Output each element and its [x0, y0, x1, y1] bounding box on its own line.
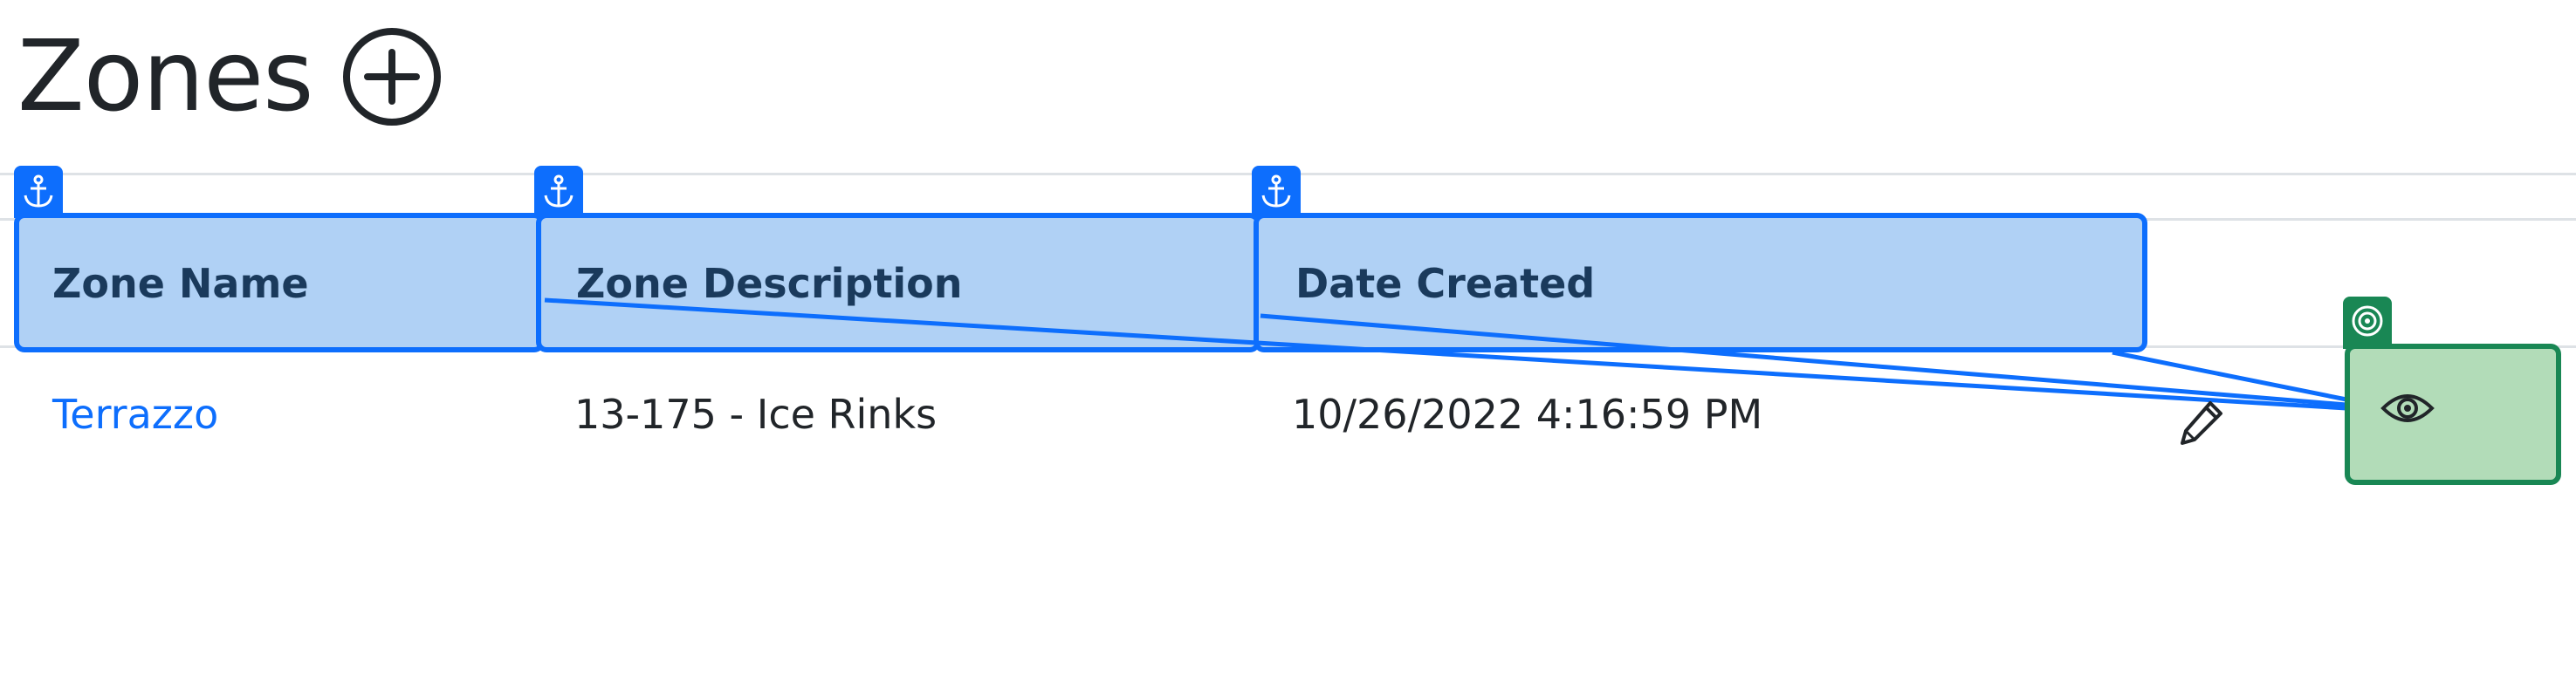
view-button[interactable]: [2345, 344, 2561, 485]
zone-description-cell: 13-175 - Ice Rinks: [574, 391, 938, 438]
zone-name-link[interactable]: Terrazzo: [52, 391, 218, 439]
anchor-icon: [544, 174, 574, 208]
anchor-icon: [24, 174, 53, 208]
anchor-tab-zone-name: [14, 166, 63, 218]
eye-icon: [2380, 394, 2435, 422]
plus-circle-icon: [342, 28, 441, 126]
column-header-date-created[interactable]: Date Created: [1254, 213, 2147, 352]
target-tab: [2343, 297, 2392, 349]
anchor-tab-zone-description: [534, 166, 583, 218]
column-header-label: Date Created: [1295, 260, 1596, 307]
page-title: Zones: [17, 20, 313, 133]
anchor-icon: [1261, 174, 1291, 208]
column-header-zone-name[interactable]: Zone Name: [14, 213, 545, 352]
target-icon: [2352, 305, 2383, 337]
column-header-label: Zone Description: [576, 260, 963, 307]
anchor-tab-date-created: [1252, 166, 1301, 218]
column-header-label: Zone Name: [52, 260, 309, 307]
edit-button[interactable]: [2177, 398, 2226, 447]
column-header-zone-description[interactable]: Zone Description: [536, 213, 1261, 352]
page-header: Zones: [17, 24, 444, 129]
date-created-cell: 10/26/2022 4:16:59 PM: [1292, 391, 1763, 438]
pencil-icon: [2181, 401, 2222, 445]
add-zone-button[interactable]: [340, 24, 444, 129]
